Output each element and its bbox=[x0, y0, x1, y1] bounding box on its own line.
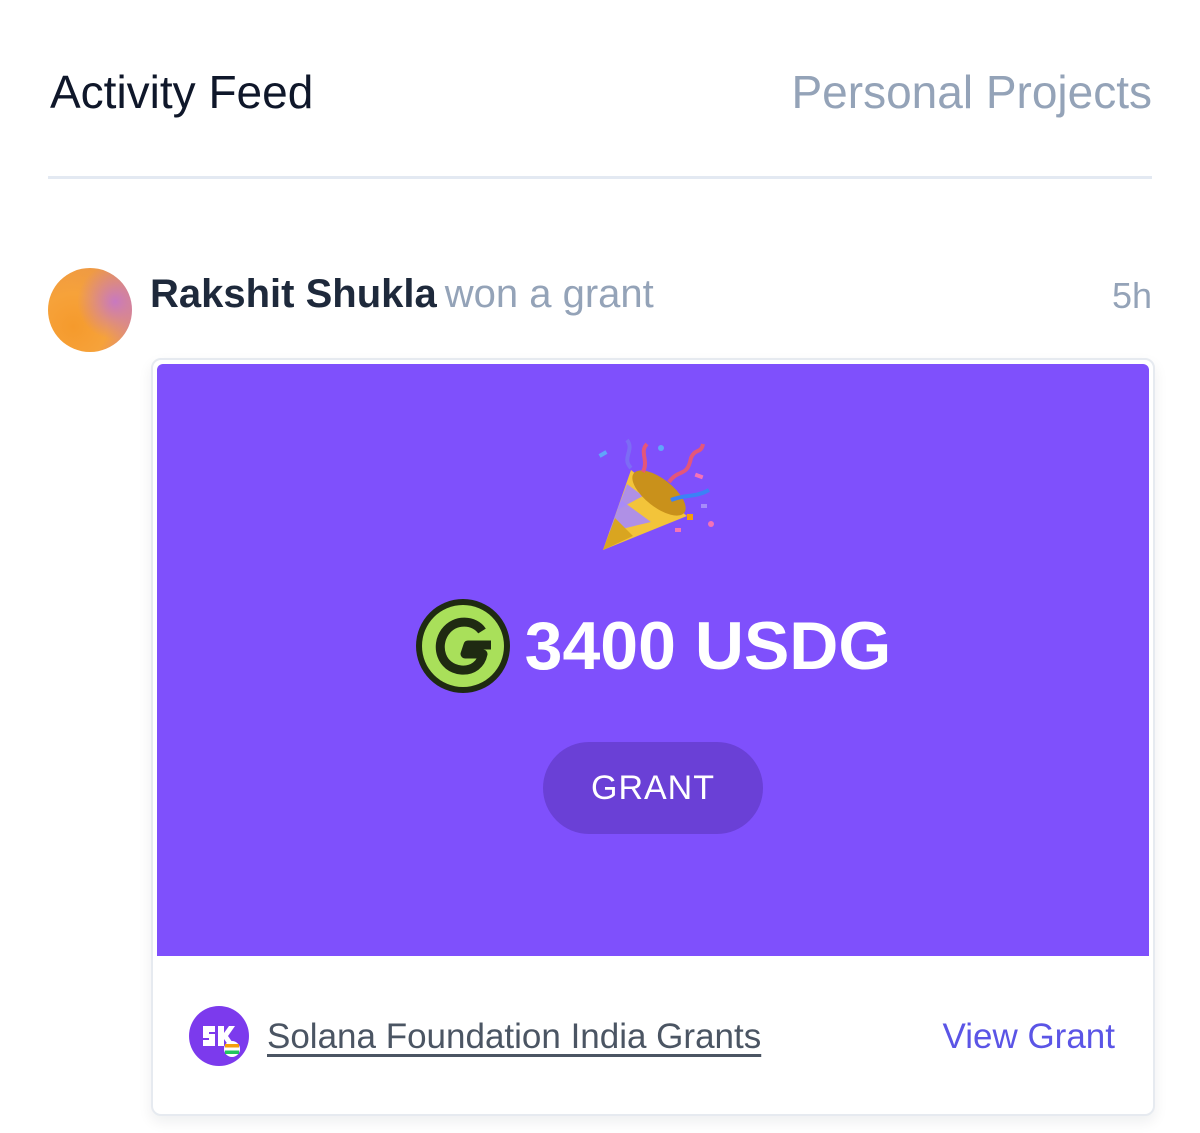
avatar[interactable] bbox=[48, 268, 132, 352]
user-name[interactable]: Rakshit Shukla bbox=[150, 272, 437, 316]
feed-item-header: Rakshit Shukla won a grant bbox=[150, 268, 654, 320]
grant-amount-row: 3400 USDG bbox=[157, 596, 1149, 696]
grant-card: 3400 USDG GRANT Solana Foundation India … bbox=[151, 358, 1155, 1116]
view-grant-link[interactable]: View Grant bbox=[943, 1014, 1116, 1060]
tab-activity-feed[interactable]: Activity Feed bbox=[50, 62, 313, 122]
grant-amount: 3400 USDG bbox=[524, 608, 892, 684]
feed-tabs: Activity Feed Personal Projects bbox=[48, 0, 1152, 179]
sponsor-name-link[interactable]: Solana Foundation India Grants bbox=[267, 1014, 761, 1060]
action-text: won a grant bbox=[444, 272, 654, 316]
sponsor-logo-icon bbox=[189, 1006, 249, 1066]
grant-banner: 3400 USDG GRANT bbox=[157, 364, 1149, 956]
tab-personal-projects[interactable]: Personal Projects bbox=[792, 62, 1153, 122]
timestamp: 5h bbox=[1111, 275, 1152, 316]
party-popper-icon bbox=[598, 438, 714, 550]
grant-type-badge: GRANT bbox=[543, 742, 763, 834]
activity-feed-page: Activity Feed Personal Projects Rakshit … bbox=[0, 0, 1200, 1133]
usdg-token-icon bbox=[415, 599, 510, 693]
